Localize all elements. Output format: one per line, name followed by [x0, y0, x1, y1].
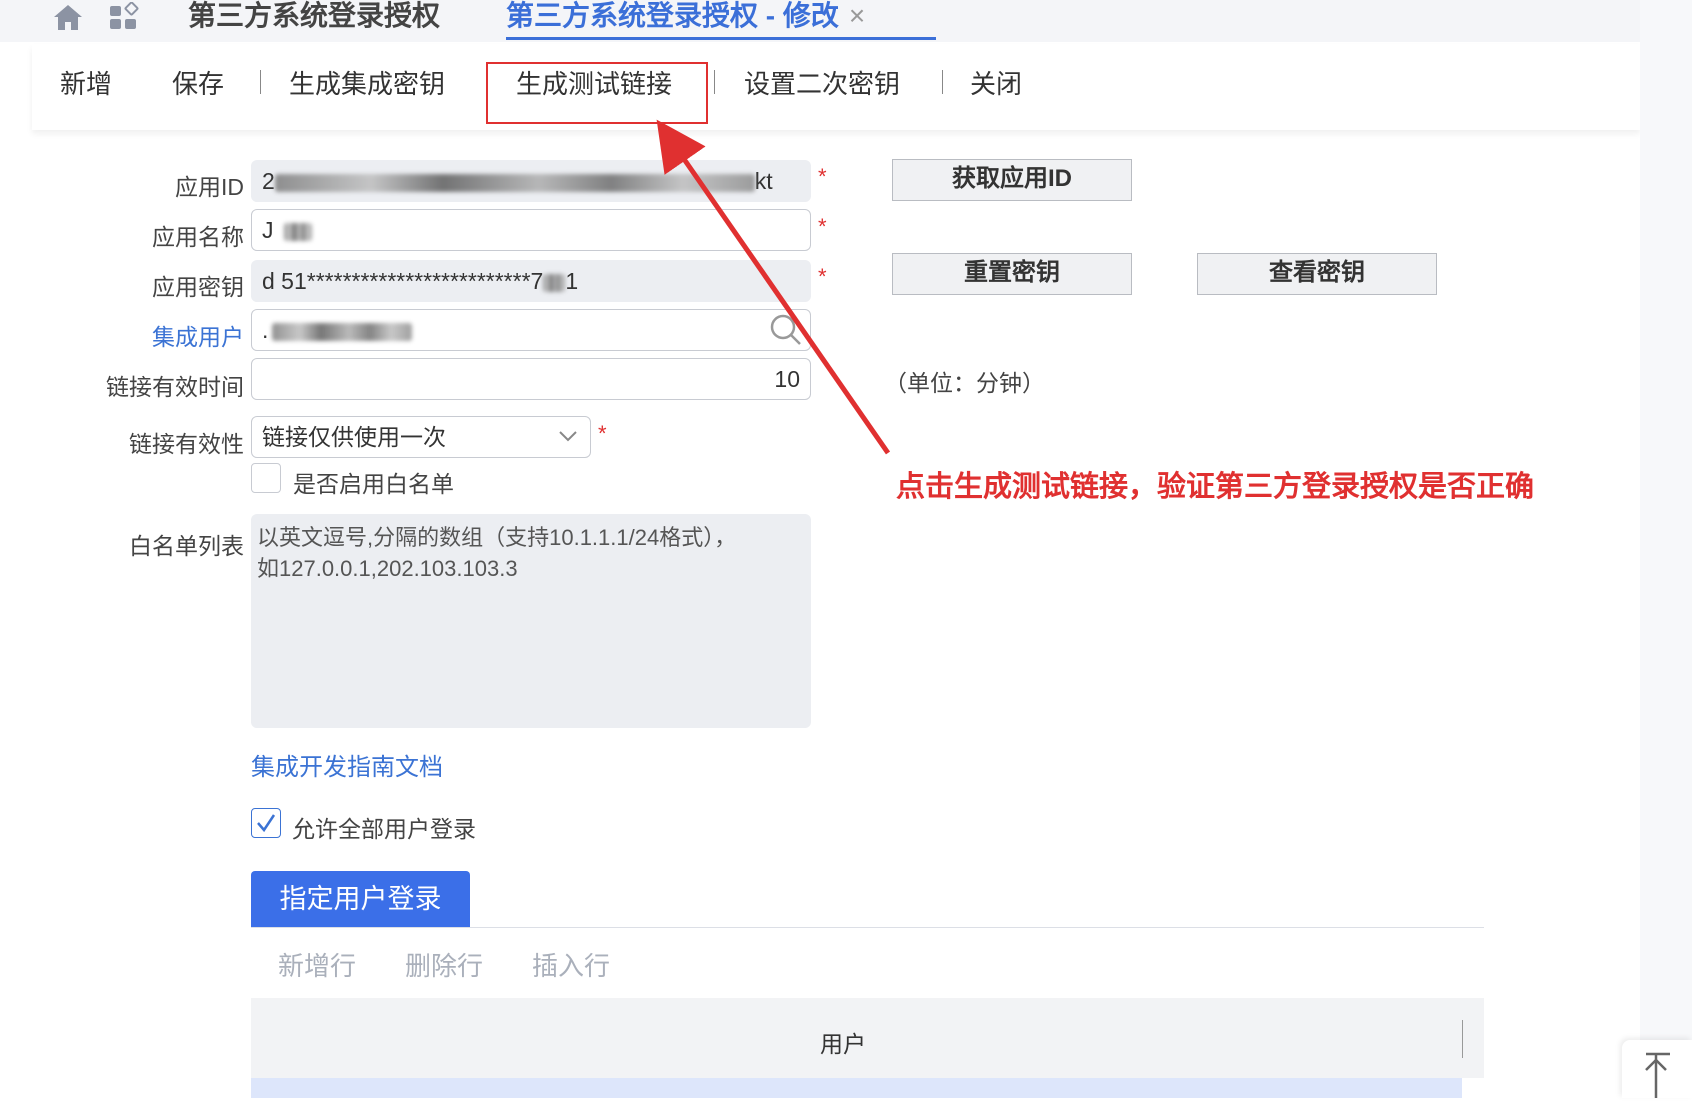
- link-valid-time-input[interactable]: 10: [251, 358, 811, 400]
- highlight-box: [486, 62, 708, 124]
- app-key-field: d 51*************************7 1: [251, 260, 811, 302]
- toolbar-divider: [942, 70, 943, 94]
- save-button[interactable]: 保存: [172, 64, 224, 101]
- required-mark: *: [818, 214, 827, 239]
- view-key-button[interactable]: 查看密钥: [1197, 253, 1437, 295]
- enable-whitelist-label: 是否启用白名单: [293, 471, 454, 497]
- right-gutter: [1640, 0, 1692, 1098]
- unit-note: （单位：分钟）: [884, 370, 1045, 396]
- allow-all-users-checkbox[interactable]: [251, 808, 281, 838]
- blurred-value: [274, 173, 755, 192]
- close-button[interactable]: 关闭: [970, 64, 1022, 101]
- blurred-value: [283, 222, 312, 241]
- integration-guide-link[interactable]: 集成开发指南文档: [251, 747, 443, 782]
- chevron-down-icon[interactable]: [556, 426, 580, 446]
- scroll-to-top-button[interactable]: [1622, 1040, 1692, 1098]
- annotation-text: 点击生成测试链接，验证第三方登录授权是否正确: [896, 471, 1535, 503]
- blurred-value: [543, 273, 566, 292]
- app-name-label: 应用名称: [152, 224, 244, 250]
- arrow-up-icon: [1645, 1052, 1670, 1098]
- whitelist-placeholder-line2: 如127.0.0.1,202.103.103.3: [257, 556, 518, 581]
- column-header-user[interactable]: 用户: [820, 1025, 866, 1059]
- blurred-value: [272, 322, 413, 341]
- toolbar-divider: [714, 70, 715, 94]
- app-key-value-end: 1: [565, 268, 579, 294]
- whitelist-placeholder-line1: 以英文逗号,分隔的数组（支持10.1.1.1/24格式），: [257, 525, 737, 550]
- app-id-label: 应用ID: [175, 174, 244, 200]
- whitelist-label: 白名单列表: [129, 533, 244, 559]
- tab-edit[interactable]: 第三方系统登录授权 - 修改 ×: [506, 0, 936, 40]
- link-valid-time-label: 链接有效时间: [106, 374, 244, 400]
- app-key-value: d 51*************************7: [262, 268, 544, 294]
- column-divider[interactable]: [1462, 1020, 1463, 1058]
- enable-whitelist-checkbox[interactable]: [251, 463, 281, 493]
- app-name-input[interactable]: J: [251, 209, 811, 251]
- check-icon: [257, 814, 276, 833]
- app-key-label: 应用密钥: [152, 274, 244, 300]
- tab-edit-label: 第三方系统登录授权 - 修改: [506, 0, 839, 31]
- add-row-button[interactable]: 新增行: [278, 946, 356, 983]
- search-icon[interactable]: [768, 312, 804, 348]
- app-name-value: J: [262, 217, 274, 243]
- link-validity-value: 链接仅供使用一次: [262, 424, 446, 450]
- integration-user-input[interactable]: .: [251, 309, 811, 351]
- get-app-id-button[interactable]: 获取应用ID: [892, 159, 1132, 201]
- whitelist-textarea[interactable]: 以英文逗号,分隔的数组（支持10.1.1.1/24格式）， 如127.0.0.1…: [251, 514, 811, 728]
- add-button[interactable]: 新增: [60, 64, 112, 101]
- apps-icon[interactable]: [108, 1, 142, 32]
- delete-row-button[interactable]: 删除行: [405, 946, 483, 983]
- table-row[interactable]: [251, 1078, 1462, 1098]
- generate-integration-key-button[interactable]: 生成集成密钥: [289, 64, 445, 101]
- table-header: [251, 998, 1484, 1078]
- app-id-field: 2 kt: [251, 160, 811, 202]
- integration-user-label[interactable]: 集成用户: [24, 318, 244, 352]
- toolbar-divider: [260, 70, 261, 94]
- app-id-value-end: kt: [754, 168, 773, 194]
- link-validity-select[interactable]: 链接仅供使用一次: [251, 416, 591, 458]
- insert-row-button[interactable]: 插入行: [532, 946, 610, 983]
- required-mark: *: [818, 264, 827, 289]
- home-icon[interactable]: [52, 2, 84, 32]
- tab-underline: [251, 927, 1484, 928]
- app-id-value-start: 2: [262, 168, 275, 194]
- reset-key-button[interactable]: 重置密钥: [892, 253, 1132, 295]
- tab-list[interactable]: 第三方系统登录授权: [188, 0, 440, 40]
- required-mark: *: [598, 421, 607, 446]
- required-mark: *: [818, 164, 827, 189]
- integration-user-value: .: [262, 317, 269, 343]
- set-secondary-key-button[interactable]: 设置二次密钥: [744, 64, 900, 101]
- allow-all-users-label: 允许全部用户登录: [292, 816, 476, 842]
- tab-specified-user-login[interactable]: 指定用户登录: [251, 871, 470, 927]
- close-icon[interactable]: ×: [849, 0, 865, 31]
- link-validity-label: 链接有效性: [129, 431, 244, 457]
